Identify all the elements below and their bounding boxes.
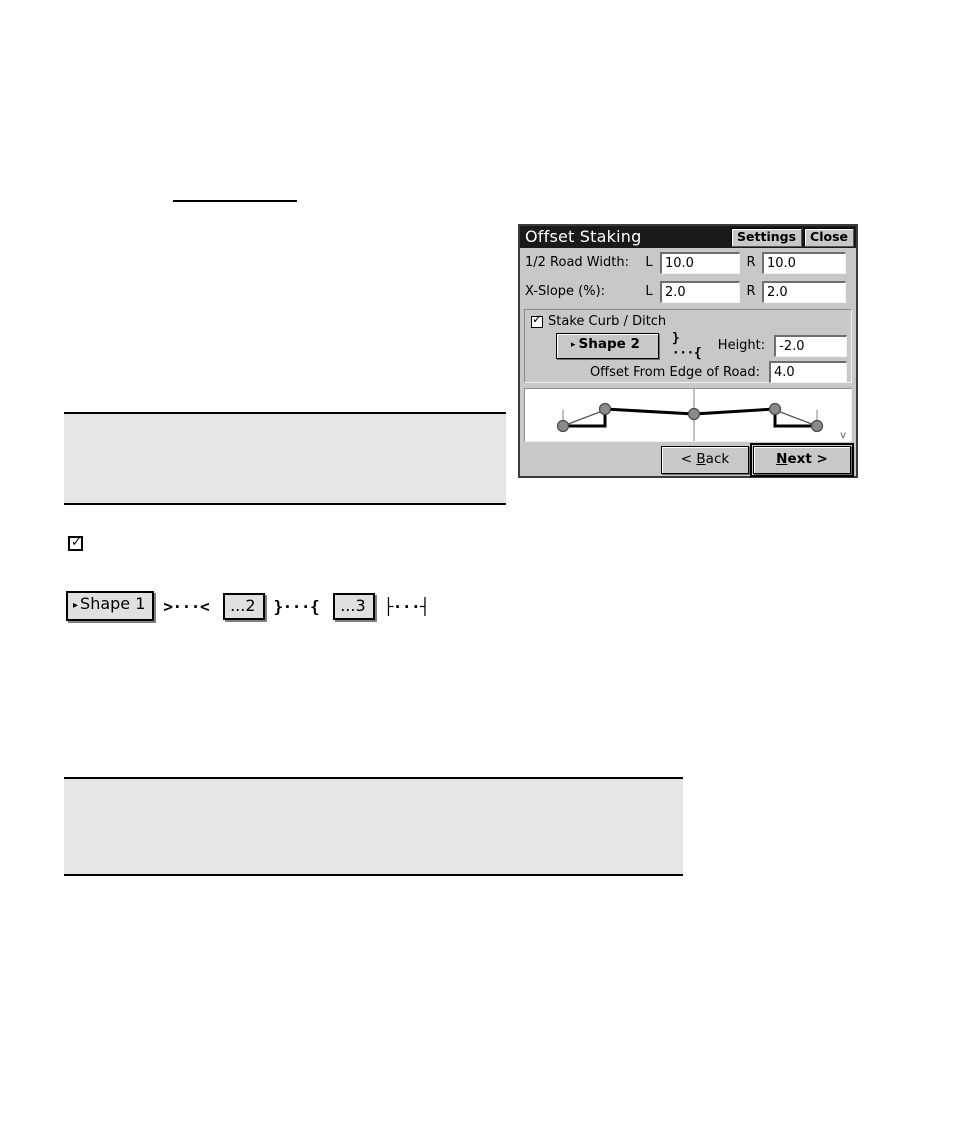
profile-glyph-curb-icon: }···{ <box>671 330 702 361</box>
checkbox-glyph: ✓ <box>68 536 83 551</box>
road-cross-section-preview: v <box>524 388 852 442</box>
titlebar-buttons: Settings Close <box>731 227 856 247</box>
dialog-titlebar: Offset Staking Settings Close <box>520 226 856 248</box>
back-button-prefix: < <box>680 450 697 467</box>
x-slope-left-input[interactable]: 2.0 <box>660 280 740 303</box>
document-underline-rule <box>173 200 297 202</box>
curb-shape-row: ▸ Shape 2 }···{ Height: -2.0 <box>529 330 847 361</box>
profile-glyph-curb-icon: }···{ <box>273 596 320 616</box>
stake-curb-ditch-checkbox[interactable]: ✓ <box>531 311 543 328</box>
height-label: Height: <box>717 338 766 353</box>
back-button-accelerator: B <box>696 450 706 467</box>
preview-corner-mark: v <box>840 430 846 441</box>
shape-1-button[interactable]: ▸ Shape 1 <box>66 591 155 621</box>
height-input[interactable]: -2.0 <box>774 334 847 357</box>
next-button[interactable]: Next > <box>750 442 854 477</box>
stake-curb-ditch-group: ✓ Stake Curb / Ditch ▸ Shape 2 }···{ Heig… <box>524 309 852 383</box>
shape-1-label: Shape 1 <box>80 594 146 613</box>
half-road-width-label: 1/2 Road Width: <box>525 255 629 270</box>
offset-from-edge-label: Offset From Edge of Road: <box>589 364 760 380</box>
offset-from-edge-row: Offset From Edge of Road: 4.0 <box>529 359 847 385</box>
half-road-width-left-input[interactable]: 10.0 <box>660 251 740 274</box>
dialog-footer: < Back Next > <box>520 442 856 477</box>
half-road-width-row: 1/2 Road Width: L 10.0 R 10.0 <box>520 248 856 277</box>
x-slope-left-tag: L <box>645 284 653 299</box>
curb-shape-select-button[interactable]: ▸ Shape 2 <box>556 332 659 359</box>
settings-button[interactable]: Settings <box>731 227 803 247</box>
profile-glyph-flat-icon: ├···┤ <box>383 596 430 616</box>
cross-section-svg <box>556 389 824 441</box>
half-road-width-right-tag: R <box>746 255 756 270</box>
half-road-width-left-tag: L <box>645 255 653 270</box>
curb-shape-label: Shape 2 <box>578 335 640 352</box>
shape-1-caret-icon: ▸ <box>73 600 79 611</box>
back-button[interactable]: < Back <box>661 445 749 474</box>
shape-selector-strip: ▸ Shape 1 >···< ...2 }···{ ...3 ├···┤ <box>66 591 430 621</box>
x-slope-right-tag: R <box>746 284 756 299</box>
callout-box-two <box>64 777 683 876</box>
profile-glyph-narrowing-icon: >···< <box>163 596 210 616</box>
offset-staking-dialog: Offset Staking Settings Close 1/2 Road W… <box>518 224 858 478</box>
callout-box-one <box>64 412 506 505</box>
x-slope-label: X-Slope (%): <box>525 284 606 299</box>
shape-caret-icon: ▸ <box>571 339 576 350</box>
x-slope-right-input[interactable]: 2.0 <box>762 280 846 303</box>
shape-2-label: ...2 <box>230 595 256 615</box>
x-slope-row: X-Slope (%): L 2.0 R 2.0 <box>520 277 856 306</box>
back-button-suffix: ack <box>705 450 730 467</box>
dialog-title: Offset Staking <box>525 227 642 246</box>
shape-2-button[interactable]: ...2 <box>223 592 265 620</box>
shape-3-label: ...3 <box>340 595 366 615</box>
checkbox-tick-icon: ✓ <box>71 535 82 550</box>
next-button-accelerator: N <box>776 450 788 467</box>
stake-curb-ditch-label: Stake Curb / Ditch <box>548 314 667 329</box>
checkbox-tick-icon: ✓ <box>532 311 543 326</box>
shape-3-button[interactable]: ...3 <box>333 592 375 620</box>
half-road-width-right-input[interactable]: 10.0 <box>762 251 846 274</box>
offset-from-edge-input[interactable]: 4.0 <box>769 361 847 383</box>
stake-curb-ditch-checkbox-row[interactable]: ✓ Stake Curb / Ditch <box>529 313 847 330</box>
next-button-suffix: ext > <box>787 450 828 467</box>
close-button[interactable]: Close <box>804 227 854 247</box>
